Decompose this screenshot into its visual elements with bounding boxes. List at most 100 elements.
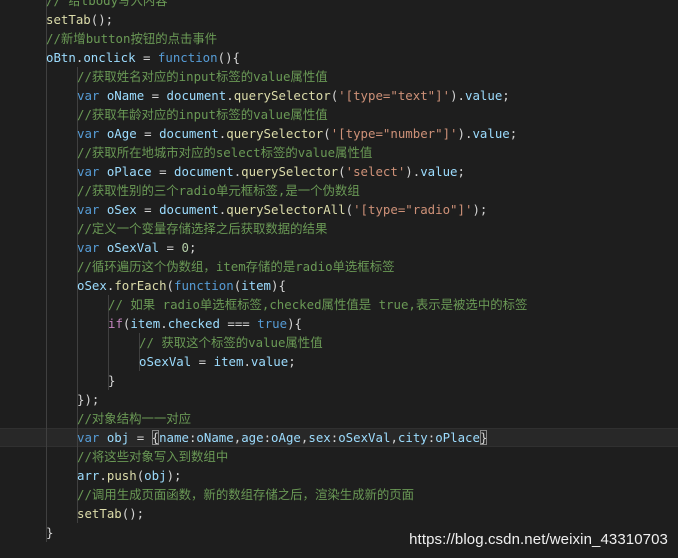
code-line[interactable]: var oPlace = document.querySelector('sel… [0,162,678,181]
code-line[interactable]: if(item.checked === true){ [0,314,678,333]
code-punct: = [135,50,158,65]
code-string: '[type="number"]' [330,126,458,141]
code-comment: //新增button按钮的点击事件 [46,31,218,46]
code-line-current[interactable]: var obj = {name:oName,age:oAge,sex:oSexV… [0,428,678,447]
code-property: city [397,430,428,445]
code-line[interactable]: } [0,371,678,390]
code-number: 0 [181,240,189,255]
code-variable: oBtn [46,50,76,65]
code-variable: oPlace [435,430,480,445]
code-punct: = [151,164,174,179]
code-punct: ; [288,354,296,369]
code-punct: ); [166,468,182,483]
code-property: checked [167,316,220,331]
code-object: document [159,126,219,141]
code-area[interactable]: // 给tbody写入内容 setTab(); //新增button按钮的点击事… [0,0,678,542]
code-punct: (); [90,12,114,27]
code-object: document [174,164,234,179]
code-punct: ). [405,164,421,179]
code-punct: ( [323,126,331,141]
code-punct: ; [509,126,518,141]
code-line[interactable]: //调用生成页面函数，新的数组存储之后，渲染生成新的页面 [0,485,678,504]
code-comment: //对象结构一一对应 [77,411,192,426]
code-boolean: true [257,316,288,331]
code-line[interactable]: //获取所在地城市对应的select标签的value属性值 [0,143,678,162]
code-editor[interactable]: // 给tbody写入内容 setTab(); //新增button按钮的点击事… [0,0,678,558]
code-punct: (); [121,506,145,521]
code-parameter: item [241,278,271,293]
code-property: sex [308,430,331,445]
code-line[interactable]: oSexVal = item.value; [0,352,678,371]
code-function: push [106,468,137,483]
code-line[interactable]: var oSexVal = 0; [0,238,678,257]
code-line[interactable]: setTab(); [0,504,678,523]
code-punct: ); [472,202,488,217]
code-line[interactable]: setTab(); [0,10,678,29]
code-line[interactable]: // 获取这个标签的value属性值 [0,333,678,352]
code-punct: = [191,354,214,369]
code-variable: item [130,316,161,331]
code-line[interactable]: var oName = document.querySelector('[typ… [0,86,678,105]
code-comment: // 如果 radio单选框标签,checked属性值是 true,表示是被选中… [108,297,528,312]
code-line[interactable]: //获取性别的三个radio单元框标签,是一个伪数组 [0,181,678,200]
matched-bracket-close: } [479,430,488,445]
code-punct: ; [502,88,510,103]
code-line[interactable]: //获取年龄对应的input标签的value属性值 [0,105,678,124]
code-object: document [159,202,219,217]
code-line[interactable]: //将这些对象写入到数组中 [0,447,678,466]
code-property: value [472,126,510,141]
code-comment: //获取年龄对应的input标签的value属性值 [77,107,328,122]
code-property: name [159,430,189,445]
code-comment: //获取所在地城市对应的select标签的value属性值 [77,145,373,160]
code-property: value [464,88,503,103]
code-punct: : [263,430,272,445]
code-variable: item [213,354,244,369]
code-function: querySelector [233,88,331,103]
code-control-keyword: if [108,316,123,331]
code-property: value [250,354,289,369]
code-line[interactable]: //循环遍历这个伪数组，item存储的是radio单选框标签 [0,257,678,276]
code-line[interactable]: var oSex = document.querySelectorAll('[t… [0,200,678,219]
matched-bracket-open: { [151,430,160,445]
code-comment: // 获取这个标签的value属性值 [139,335,323,350]
code-line[interactable]: oBtn.onclick = function(){ [0,48,678,67]
code-line[interactable]: //新增button按钮的点击事件 [0,29,678,48]
code-comment: //循环遍历这个伪数组，item存储的是radio单选框标签 [77,259,395,274]
code-keyword: var [77,202,100,217]
code-line[interactable]: var oAge = document.querySelector('[type… [0,124,678,143]
code-line[interactable]: }); [0,390,678,409]
code-line[interactable]: // 如果 radio单选框标签,checked属性值是 true,表示是被选中… [0,295,678,314]
code-punct: ; [457,164,465,179]
code-punct: ( [166,278,174,293]
code-punct: ; [188,240,197,255]
code-keyword: var [77,430,100,445]
code-comment: //将这些对象写入到数组中 [77,449,229,464]
code-comment: //定义一个变量存储选择之后获取数据的结果 [77,221,328,236]
code-punct: }); [77,392,100,407]
code-keyword: var [77,240,100,255]
code-function: querySelector [226,126,324,141]
code-variable: oAge [271,430,301,445]
code-comment: //获取性别的三个radio单元框标签,是一个伪数组 [77,183,360,198]
code-variable: oSex [99,202,137,217]
code-keyword: var [77,164,100,179]
code-punct: . [243,354,251,369]
code-keyword: var [77,88,100,103]
code-line[interactable]: //获取姓名对应的input标签的value属性值 [0,67,678,86]
code-string: 'select' [345,164,406,179]
code-punct: ). [457,126,473,141]
code-property: age [241,430,264,445]
code-variable: oName [99,88,145,103]
code-variable: obj [144,468,167,483]
code-line[interactable]: //定义一个变量存储选择之后获取数据的结果 [0,219,678,238]
code-line[interactable]: oSex.forEach(function(item){ [0,276,678,295]
code-punct: ( [345,202,354,217]
code-line[interactable]: // 给tbody写入内容 [0,0,678,10]
code-variable: oPlace [99,164,152,179]
code-variable: oName [196,430,234,445]
code-keyword: var [77,126,100,141]
code-line[interactable]: arr.push(obj); [0,466,678,485]
code-variable: oSexVal [139,354,192,369]
code-line[interactable]: //对象结构一一对应 [0,409,678,428]
code-variable: arr [77,468,100,483]
